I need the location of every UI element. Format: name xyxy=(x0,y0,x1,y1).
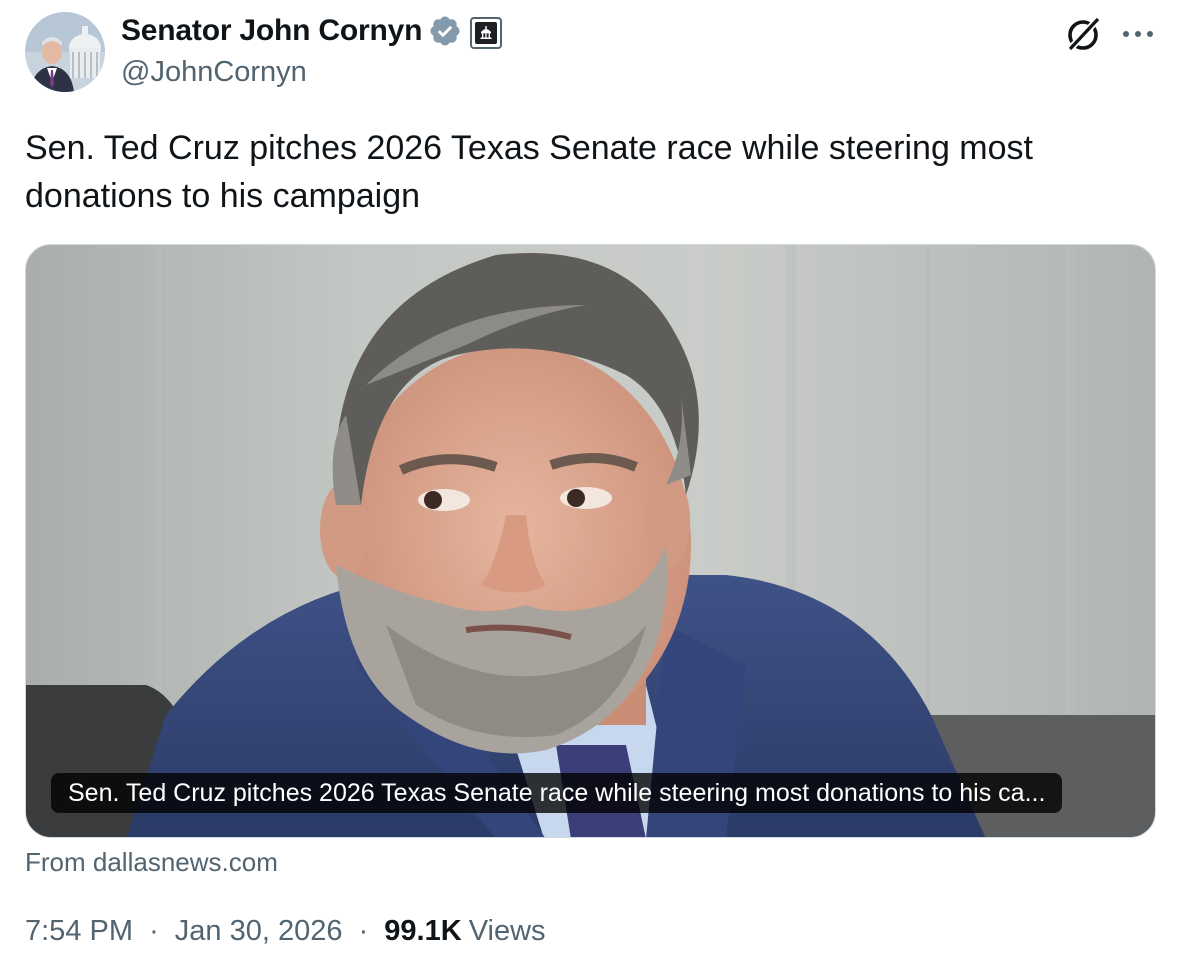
verified-badge-icon[interactable] xyxy=(428,14,462,48)
author-handle[interactable]: @JohnCornyn xyxy=(121,56,307,89)
government-building-icon[interactable] xyxy=(470,17,502,49)
link-source[interactable]: From dallasnews.com xyxy=(25,847,278,878)
meta-separator: · xyxy=(149,915,159,947)
link-card[interactable]: Sen. Ted Cruz pitches 2026 Texas Senate … xyxy=(25,244,1156,838)
avatar[interactable] xyxy=(25,12,105,92)
tweet-date[interactable]: Jan 30, 2026 xyxy=(175,915,343,947)
avatar-image xyxy=(25,12,105,92)
author-name[interactable]: Senator John Cornyn xyxy=(121,14,422,48)
views-count[interactable]: 99.1K xyxy=(384,915,461,947)
grok-icon[interactable] xyxy=(1064,14,1104,54)
tweet-meta: 7:54 PM · Jan 30, 2026 · 99.1K Views xyxy=(25,915,546,948)
tweet-text: Sen. Ted Cruz pitches 2026 Texas Senate … xyxy=(25,129,1033,215)
more-icon[interactable] xyxy=(1118,22,1158,46)
tweet-time[interactable]: 7:54 PM xyxy=(25,915,133,947)
link-card-title[interactable]: Sen. Ted Cruz pitches 2026 Texas Senate … xyxy=(51,773,1063,813)
meta-separator: · xyxy=(358,915,369,947)
views-label: Views xyxy=(468,915,546,947)
link-card-image xyxy=(26,245,1155,837)
